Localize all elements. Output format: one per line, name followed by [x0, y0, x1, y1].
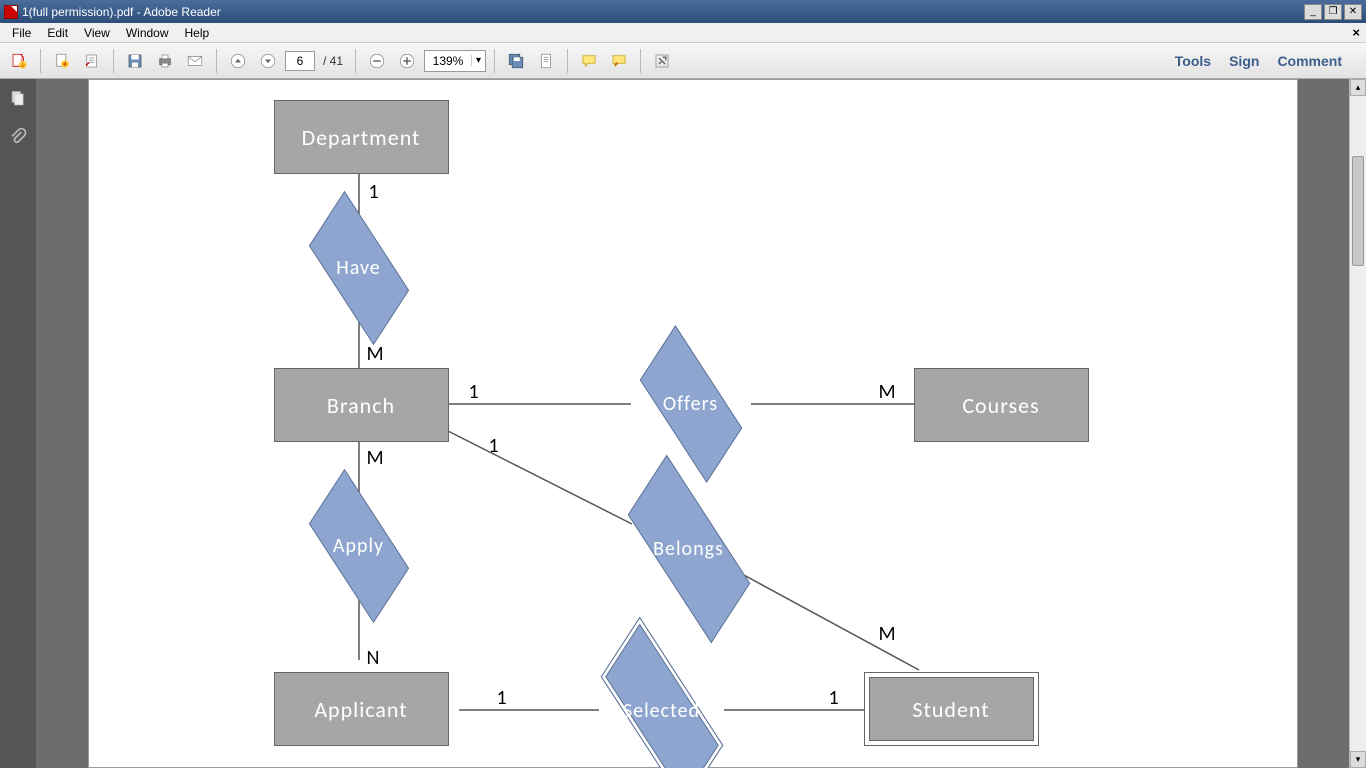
rel-offers-label: Offers	[631, 372, 751, 436]
main-area: Department Branch Courses Applicant Stud…	[0, 79, 1366, 768]
card-belongs-student: M	[879, 622, 896, 646]
separator	[216, 49, 217, 73]
rel-apply-label: Apply	[301, 514, 417, 578]
card-applicant-selected: 1	[497, 686, 507, 710]
scroll-track[interactable]	[1350, 96, 1366, 751]
toolbar: / 41 ▾ Tools Sign Comment	[0, 43, 1366, 79]
scroll-thumb[interactable]	[1352, 156, 1364, 266]
save-icon[interactable]	[122, 48, 148, 74]
titlebar: 1(full permission).pdf - Adobe Reader _ …	[0, 0, 1366, 23]
window-title: 1(full permission).pdf - Adobe Reader	[22, 5, 1304, 19]
card-have-branch: M	[367, 342, 384, 366]
restore-button[interactable]: ❐	[1324, 4, 1342, 20]
minimize-button[interactable]: _	[1304, 4, 1322, 20]
menu-file[interactable]: File	[4, 24, 39, 42]
zoom-select[interactable]: ▾	[424, 50, 486, 72]
export-pdf-icon[interactable]	[6, 48, 32, 74]
zoom-dropdown-icon[interactable]: ▾	[471, 55, 485, 66]
thumbnails-icon[interactable]	[8, 89, 28, 109]
pdf-page: Department Branch Courses Applicant Stud…	[88, 79, 1298, 768]
menu-edit[interactable]: Edit	[39, 24, 76, 42]
window-controls: _ ❐ ✕	[1304, 4, 1362, 20]
close-button[interactable]: ✕	[1344, 4, 1362, 20]
entity-department: Department	[274, 100, 449, 174]
separator	[355, 49, 356, 73]
menu-help[interactable]: Help	[177, 24, 218, 42]
card-dept-have: 1	[369, 180, 379, 204]
rel-selected: Selected	[587, 676, 737, 746]
scroll-up-icon[interactable]: ▴	[1350, 79, 1366, 96]
entity-student: Student	[864, 672, 1039, 746]
right-links: Tools Sign Comment	[1175, 53, 1360, 69]
document-viewport[interactable]: Department Branch Courses Applicant Stud…	[36, 79, 1349, 768]
separator	[640, 49, 641, 73]
page-number-input[interactable]	[285, 51, 315, 71]
sign-link[interactable]: Sign	[1229, 53, 1259, 69]
rel-belongs-label: Belongs	[614, 514, 764, 584]
attachments-icon[interactable]	[8, 127, 28, 147]
print-icon[interactable]	[152, 48, 178, 74]
open-icon[interactable]	[79, 48, 105, 74]
card-selected-student: 1	[829, 686, 839, 710]
zoom-input[interactable]	[425, 54, 471, 68]
card-offers-courses: M	[879, 380, 896, 404]
page-up-icon[interactable]	[225, 48, 251, 74]
menubar: File Edit View Window Help ×	[0, 23, 1366, 43]
zoom-out-icon[interactable]	[364, 48, 390, 74]
scroll-down-icon[interactable]: ▾	[1350, 751, 1366, 768]
menu-window[interactable]: Window	[118, 24, 177, 42]
entity-branch: Branch	[274, 368, 449, 442]
separator	[494, 49, 495, 73]
separator	[113, 49, 114, 73]
entity-courses: Courses	[914, 368, 1089, 442]
comment-icon[interactable]	[576, 48, 602, 74]
separator	[40, 49, 41, 73]
save-copy-icon[interactable]	[503, 48, 529, 74]
email-icon[interactable]	[182, 48, 208, 74]
vertical-scrollbar[interactable]: ▴ ▾	[1349, 79, 1366, 768]
navigation-pane	[0, 79, 36, 768]
page-down-icon[interactable]	[255, 48, 281, 74]
read-mode-icon[interactable]	[649, 48, 675, 74]
card-branch-belongs: 1	[489, 434, 499, 458]
rel-belongs: Belongs	[614, 514, 764, 584]
separator	[567, 49, 568, 73]
entity-applicant: Applicant	[274, 672, 449, 746]
highlight-icon[interactable]	[606, 48, 632, 74]
rel-apply: Apply	[301, 514, 417, 578]
create-pdf-icon[interactable]	[49, 48, 75, 74]
card-apply-applicant: N	[367, 646, 380, 670]
rel-selected-label: Selected	[587, 676, 737, 746]
scroll-mode-icon[interactable]	[533, 48, 559, 74]
document-close-button[interactable]: ×	[1352, 25, 1360, 40]
tools-link[interactable]: Tools	[1175, 53, 1211, 69]
card-branch-apply: M	[367, 446, 384, 470]
rel-have-label: Have	[301, 236, 417, 300]
rel-have: Have	[301, 236, 417, 300]
rel-offers: Offers	[631, 372, 751, 436]
card-branch-offers: 1	[469, 380, 479, 404]
menu-view[interactable]: View	[76, 24, 118, 42]
page-total-label: / 41	[323, 54, 343, 68]
zoom-in-icon[interactable]	[394, 48, 420, 74]
pdf-icon	[4, 5, 18, 19]
comment-link[interactable]: Comment	[1277, 53, 1342, 69]
